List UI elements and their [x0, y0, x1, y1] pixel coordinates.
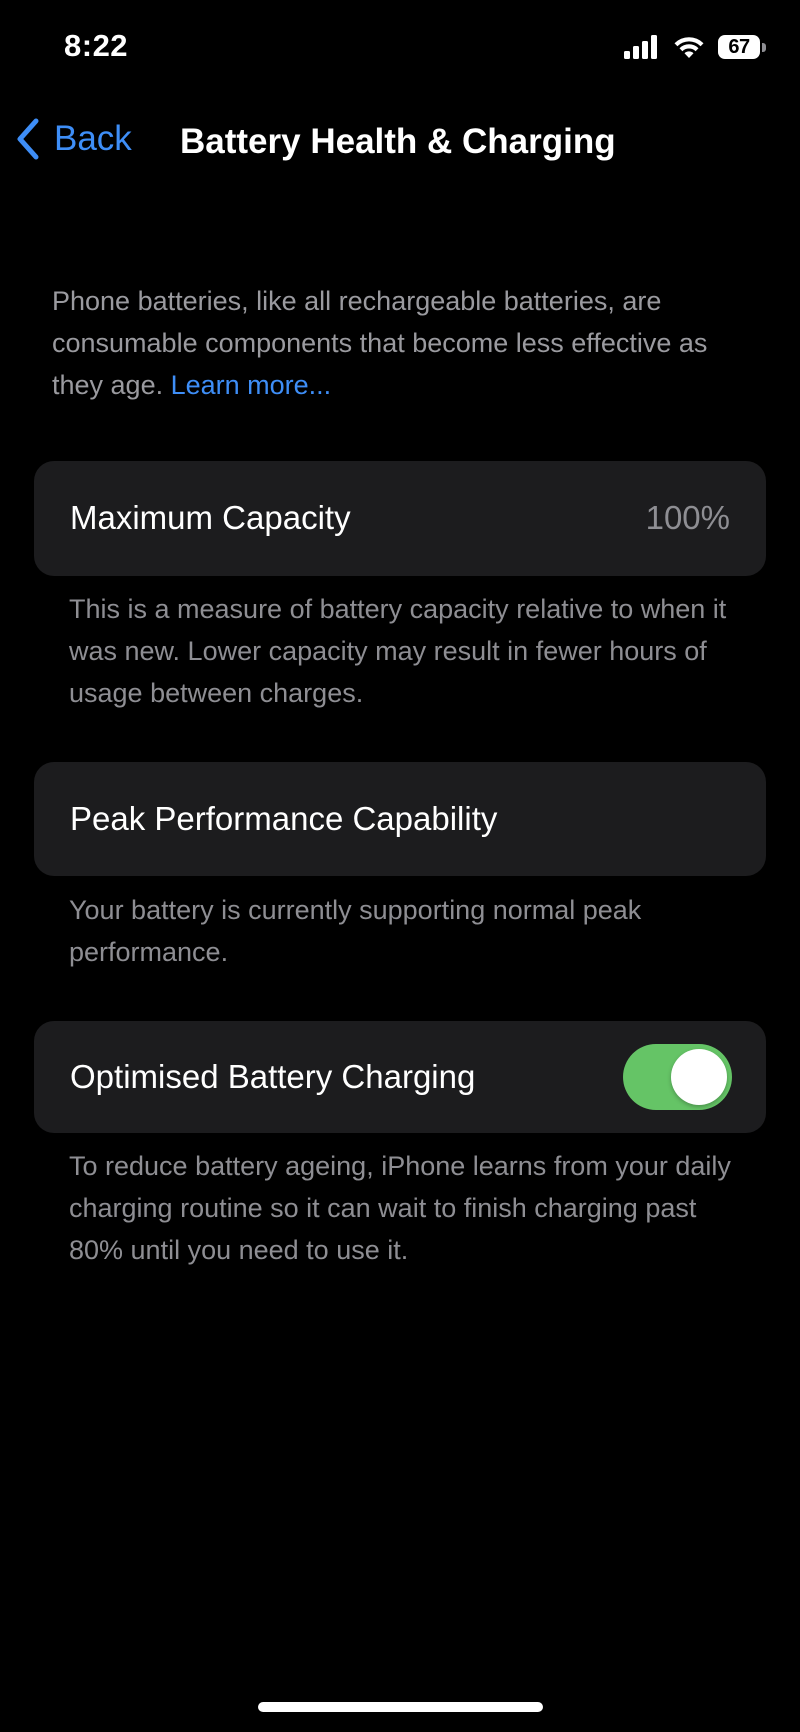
learn-more-link[interactable]: Learn more... — [171, 370, 332, 400]
maximum-capacity-row: Maximum Capacity 100% — [34, 461, 766, 576]
peak-performance-row: Peak Performance Capability — [34, 762, 766, 876]
intro-description: Phone batteries, like all rechargeable b… — [52, 280, 752, 406]
status-bar: 8:22 67 — [0, 0, 800, 100]
cellular-signal-icon — [624, 35, 657, 59]
page-title: Battery Health & Charging — [180, 122, 616, 161]
navigation-bar: Back Battery Health & Charging — [0, 110, 800, 174]
peak-performance-footnote: Your battery is currently supporting nor… — [69, 895, 642, 967]
maximum-capacity-label: Maximum Capacity — [70, 499, 351, 536]
home-indicator — [258, 1702, 543, 1712]
optimised-charging-toggle[interactable] — [623, 1044, 732, 1110]
chevron-left-icon — [17, 118, 39, 160]
maximum-capacity-value: 100% — [645, 499, 730, 536]
optimised-charging-footnote: To reduce battery ageing, iPhone learns … — [69, 1151, 731, 1265]
battery-level: 67 — [718, 35, 760, 59]
peak-performance-label: Peak Performance Capability — [70, 800, 498, 837]
intro-text: Phone batteries, like all rechargeable b… — [52, 286, 708, 400]
maximum-capacity-footnote: This is a measure of battery capacity re… — [69, 594, 727, 708]
optimised-charging-label: Optimised Battery Charging — [70, 1058, 476, 1095]
status-icons: 67 — [624, 34, 766, 60]
wifi-icon — [674, 37, 704, 58]
back-button[interactable]: Back — [16, 118, 132, 160]
battery-tip — [762, 42, 766, 52]
status-time: 8:22 — [64, 28, 129, 63]
optimised-charging-row: Optimised Battery Charging — [34, 1021, 766, 1133]
back-label: Back — [54, 119, 132, 158]
toggle-knob — [671, 1049, 727, 1105]
battery-icon: 67 — [718, 34, 766, 60]
